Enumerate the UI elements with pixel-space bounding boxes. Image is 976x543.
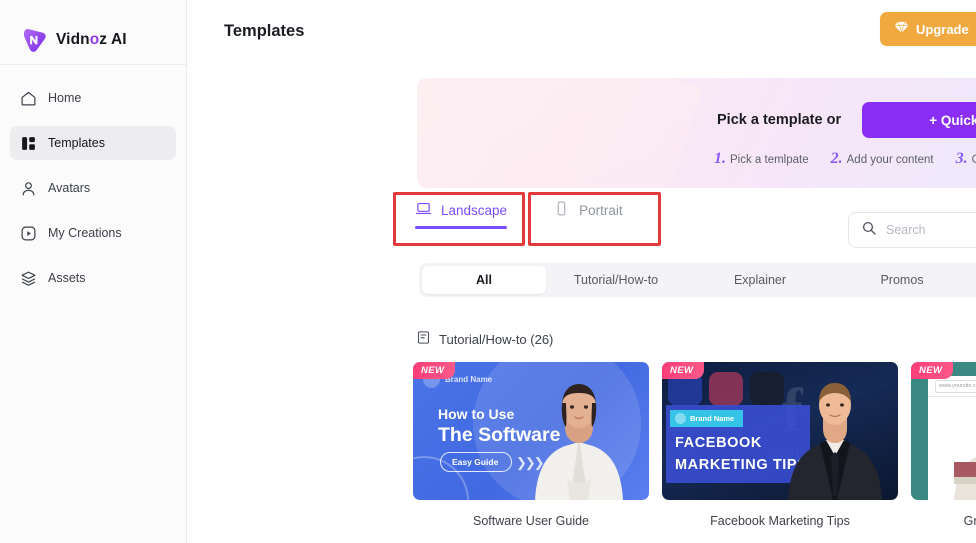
template-thumbnail[interactable]: f acebook NEW Brand Name FACEBOOK MARKET… <box>662 362 898 500</box>
topbar: Templates Upgrade <box>187 0 976 62</box>
category-tab-advertisement[interactable]: Advertisement <box>970 266 976 294</box>
banner-lead-text: Pick a template or <box>717 112 842 128</box>
category-tab-all[interactable]: All <box>422 266 546 294</box>
promo-banner: Pick a template or + Quick Start 1. Pick… <box>417 78 976 188</box>
laptop-icon <box>415 200 432 220</box>
step-number: 3. <box>955 150 968 167</box>
template-thumbnail[interactable]: www.yoursite.com — □ ✕ <box>911 362 976 500</box>
template-card-software-user-guide[interactable]: NEW Brand Name How to Use The Software E… <box>413 362 649 528</box>
category-label: Promos <box>880 273 924 287</box>
app-root: Vidnoz AI Home Templates Avatars My Crea… <box>0 0 976 543</box>
sidebar-item-home[interactable]: Home <box>10 81 176 115</box>
thumb-headline-1: FACEBOOK <box>675 435 762 451</box>
search-icon <box>861 220 877 241</box>
sidebar-item-my-creations[interactable]: My Creations <box>10 216 176 250</box>
template-caption: Green Shopping Online <box>963 514 976 528</box>
sidebar-item-assets[interactable]: Assets <box>10 261 176 295</box>
tab-portrait[interactable]: Portrait <box>553 200 623 229</box>
template-caption: Software User Guide <box>472 514 590 528</box>
play-circle-icon <box>20 225 37 242</box>
phone-icon <box>553 200 570 220</box>
quick-start-label: + Quick Start <box>929 112 976 128</box>
sidebar-item-templates[interactable]: Templates <box>10 126 176 160</box>
upgrade-label: Upgrade <box>916 21 969 37</box>
browser-url-text: www.yoursite.com <box>939 383 976 389</box>
upgrade-button[interactable]: Upgrade <box>880 12 976 46</box>
page-title: Templates <box>224 21 305 40</box>
template-card-green-shopping-online[interactable]: www.yoursite.com — □ ✕ <box>911 362 976 528</box>
template-grid: NEW Brand Name How to Use The Software E… <box>413 362 976 528</box>
step-text: Generate your AI video <box>972 154 976 166</box>
sidebar-item-label: Home <box>48 91 82 105</box>
step-number: 1. <box>714 150 726 167</box>
new-badge: NEW <box>413 362 456 379</box>
search-input[interactable]: Search <box>848 212 976 248</box>
tab-landscape-label: Landscape <box>441 202 508 218</box>
banner-step: 1. Pick a temlpate <box>714 150 809 168</box>
category-tab-explainer[interactable]: Explainer <box>686 266 834 294</box>
tab-landscape[interactable]: Landscape <box>415 200 508 229</box>
browser-toolbar: www.yoursite.com — □ ✕ <box>928 376 976 397</box>
sidebar-item-label: Templates <box>48 136 105 150</box>
new-badge: NEW <box>911 362 954 379</box>
template-card-facebook-marketing-tips[interactable]: f acebook NEW Brand Name FACEBOOK MARKET… <box>662 362 898 528</box>
vidnoz-play-logo-icon <box>20 26 48 54</box>
template-caption: Facebook Marketing Tips <box>710 514 850 528</box>
tab-portrait-label: Portrait <box>579 202 623 218</box>
category-label: All <box>476 273 492 287</box>
brand-name: Vidnoz AI <box>56 31 127 48</box>
brand-logo[interactable]: Vidnoz AI <box>0 0 186 62</box>
avatar-presenter-male-sweater <box>954 456 976 500</box>
banner-step: 3. Generate your AI video <box>956 150 976 168</box>
search-placeholder: Search <box>886 223 926 237</box>
sidebar-item-label: Assets <box>48 271 86 285</box>
document-icon <box>416 330 431 348</box>
category-tab-tutorial[interactable]: Tutorial/How-to <box>546 266 686 294</box>
main-content: Templates Upgrade Pick a template or + Q… <box>187 0 976 543</box>
sidebar-item-avatars[interactable]: Avatars <box>10 171 176 205</box>
avatar-person-icon <box>20 180 37 197</box>
browser-window-mockup: www.yoursite.com — □ ✕ <box>928 376 976 500</box>
section-header: Tutorial/How-to (26) <box>416 330 553 348</box>
browser-url-bar: www.yoursite.com <box>935 379 976 393</box>
thumb-headline-1: How to Use <box>438 406 515 422</box>
orientation-tabs: Landscape Portrait <box>415 200 623 229</box>
social-icon-2 <box>709 372 743 406</box>
new-badge: NEW <box>662 362 705 379</box>
section-title: Tutorial/How-to (26) <box>439 331 554 347</box>
sidebar-item-label: My Creations <box>48 226 122 240</box>
templates-grid-icon <box>20 135 37 152</box>
thumb-cta: Easy Guide <box>440 452 513 472</box>
banner-steps: 1. Pick a temlpate 2. Add your content 3… <box>714 150 976 168</box>
quick-start-button[interactable]: + Quick Start <box>862 102 976 138</box>
step-text: Pick a temlpate <box>730 154 809 166</box>
social-icon-3 <box>750 372 784 406</box>
brand-tag: Brand Name <box>670 410 744 427</box>
brand-tag-label: Brand Name <box>690 414 735 423</box>
banner-step: 2. Add your content <box>831 150 934 168</box>
sidebar-item-label: Avatars <box>48 181 91 195</box>
category-label: Tutorial/How-to <box>573 273 659 287</box>
sidebar: Vidnoz AI Home Templates Avatars My Crea… <box>0 0 187 543</box>
diamond-icon <box>894 21 909 37</box>
template-thumbnail[interactable]: NEW Brand Name How to Use The Software E… <box>413 362 649 500</box>
avatar-presenter-male <box>788 383 882 500</box>
category-tab-promos[interactable]: Promos <box>834 266 970 294</box>
avatar-presenter-female <box>535 384 623 500</box>
layers-stack-icon <box>20 270 37 287</box>
category-label: Explainer <box>733 273 787 287</box>
category-tabs: All Tutorial/How-to Explainer Promos Adv… <box>419 263 976 297</box>
active-tab-underline <box>415 226 508 229</box>
home-icon <box>20 90 37 107</box>
brand-logo-placeholder-icon <box>675 413 686 424</box>
step-number: 2. <box>830 150 843 167</box>
sidebar-nav: Home Templates Avatars My Creations Asse… <box>0 65 186 295</box>
step-text: Add your content <box>846 154 934 166</box>
